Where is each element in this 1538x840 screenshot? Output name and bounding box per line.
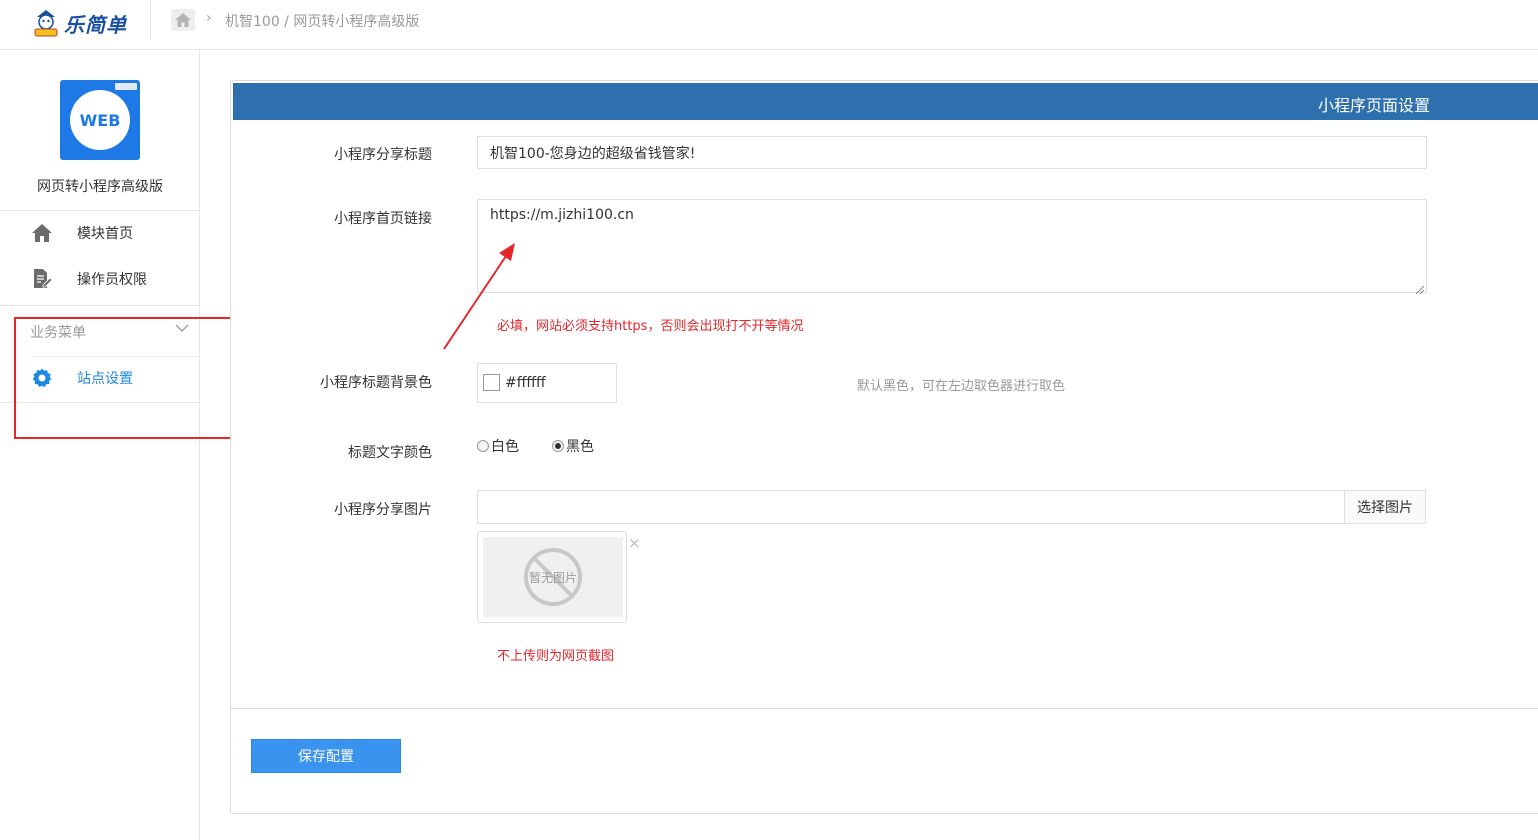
home-link-hint: 必填，网站必须支持https，否则会出现打不开等情况 [497, 319, 804, 334]
share-title-input[interactable]: 机智100-您身边的超级省钱管家! [477, 136, 1427, 169]
no-image-text: 暂无图片 [528, 571, 577, 585]
radio-label: 黑色 [566, 439, 594, 455]
title-bg-color-input[interactable]: #ffffff [477, 363, 617, 403]
radio-label: 白色 [491, 439, 519, 455]
home-link-value: https://m.jizhi100.cn [490, 207, 634, 223]
close-icon[interactable]: × [628, 534, 641, 552]
title-color-label: 标题文字颜色 [348, 445, 432, 461]
color-swatch[interactable] [483, 374, 500, 391]
home-link-label: 小程序首页链接 [334, 211, 432, 227]
divider [0, 305, 200, 306]
app-name: 网页转小程序高级版 [37, 179, 163, 195]
home-link-textarea[interactable]: https://m.jizhi100.cn [477, 199, 1427, 295]
choose-image-button[interactable]: 选择图片 [1344, 490, 1426, 524]
no-image-placeholder: 暂无图片 [483, 537, 623, 617]
document-edit-icon [31, 268, 53, 290]
app-icon-text: WEB [70, 90, 130, 150]
sidebar-item-label: 模块首页 [77, 226, 133, 242]
app-icon: WEB [60, 80, 140, 160]
share-image-input[interactable] [477, 490, 1345, 524]
top-bar: 乐简单 › 机智100 / 网页转小程序高级版 [0, 0, 1538, 50]
save-config-button[interactable]: 保存配置 [251, 739, 401, 773]
panel-title: 小程序页面设置 [1318, 96, 1431, 115]
title-bg-label: 小程序标题背景色 [320, 375, 432, 391]
share-image-hint: 不上传则为网页截图 [497, 649, 615, 664]
share-title-label: 小程序分享标题 [334, 147, 432, 163]
sidebar: WEB 网页转小程序高级版 模块首页 操作员权限 业务菜单 站点设置 [0, 50, 200, 840]
brand-logo[interactable]: 乐简单 [32, 5, 142, 41]
divider [0, 210, 200, 211]
sidebar-item-label: 操作员权限 [77, 272, 147, 288]
radio-black[interactable]: 黑色 [552, 436, 594, 456]
home-button[interactable] [171, 9, 195, 31]
radio-circle-icon [477, 440, 489, 452]
radio-circle-checked-icon [552, 440, 564, 452]
home-icon [175, 13, 191, 27]
mascot-icon [32, 7, 60, 39]
image-preview: 暂无图片 [477, 531, 627, 623]
sidebar-item-module-home[interactable]: 模块首页 [0, 213, 200, 253]
logo-text: 乐简单 [64, 12, 127, 37]
title-bg-color-value: #ffffff [505, 375, 546, 391]
breadcrumb[interactable]: 机智100 / 网页转小程序高级版 [225, 11, 419, 31]
panel-header: 小程序页面设置 [233, 83, 1538, 120]
app-tag-icon [115, 83, 137, 90]
resize-handle-icon[interactable] [1415, 282, 1425, 295]
chevron-right-icon: › [206, 10, 212, 26]
share-image-label: 小程序分享图片 [334, 502, 432, 518]
top-divider [150, 0, 151, 40]
home-icon [31, 222, 53, 244]
sidebar-item-operator-permissions[interactable]: 操作员权限 [0, 259, 200, 299]
title-bg-hint: 默认黑色，可在左边取色器进行取色 [857, 379, 1066, 394]
radio-white[interactable]: 白色 [477, 436, 519, 456]
annotation-highlight-box [14, 317, 250, 439]
